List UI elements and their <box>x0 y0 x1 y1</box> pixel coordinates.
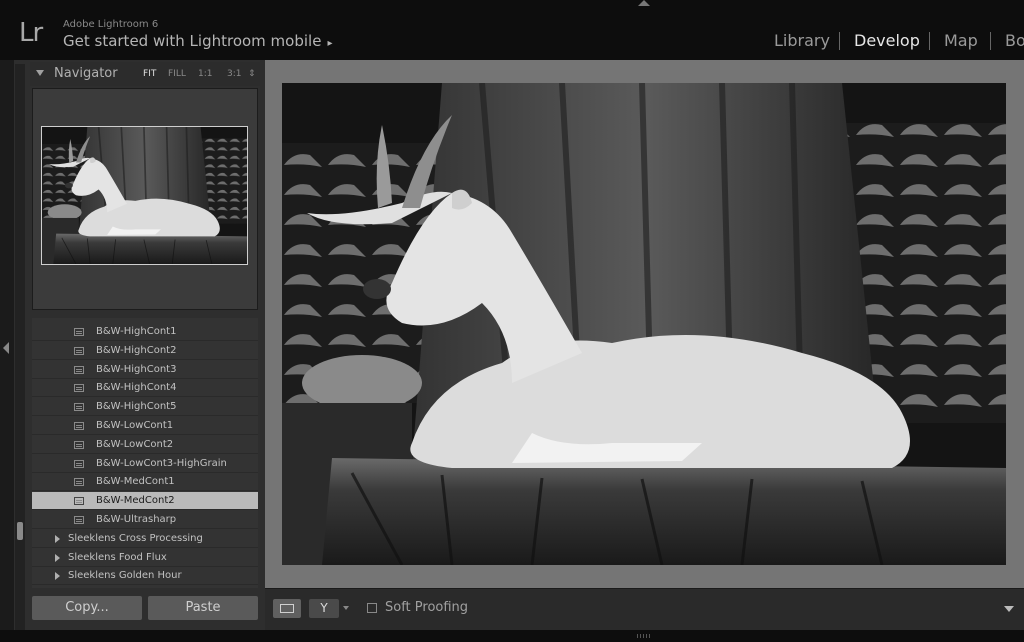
folder-disclosure-icon <box>55 553 60 562</box>
preset-icon <box>74 516 84 524</box>
zoom-1-1[interactable]: 1:1 <box>198 69 212 79</box>
left-panel-scrollbar[interactable] <box>15 64 25 630</box>
module-separator <box>990 32 991 50</box>
top-panel-toggle-icon[interactable] <box>638 0 650 6</box>
preset-label: B&W-MedCont1 <box>96 476 175 488</box>
preset-item[interactable]: B&W-HighCont1 <box>32 323 258 341</box>
zoom-3-1[interactable]: 3:1 <box>227 69 241 79</box>
goat-photo-image <box>282 83 1006 565</box>
bottom-toolbar: Y Soft Proofing <box>265 588 1024 631</box>
preset-item[interactable]: B&W-HighCont2 <box>32 342 258 360</box>
preset-icon <box>74 384 84 393</box>
scrollbar-thumb[interactable] <box>17 522 23 540</box>
preset-label: B&W-MedCont2 <box>96 495 175 507</box>
preset-folder-label: Sleeklens Cross Processing <box>68 532 203 544</box>
toolbar-menu-icon[interactable] <box>1004 606 1014 612</box>
module-separator <box>929 32 930 50</box>
preset-label: B&W-LowCont2 <box>96 438 174 450</box>
preset-icon <box>74 328 84 336</box>
preset-label: B&W-LowCont1 <box>96 420 174 431</box>
preset-label: B&W-LowCont3-HighGrain <box>96 457 227 469</box>
preset-icon <box>74 365 84 374</box>
soft-proofing-checkbox[interactable] <box>367 603 377 613</box>
play-arrow-icon: ▸ <box>327 38 333 49</box>
preset-folder[interactable]: Sleeklens Food Flux <box>32 549 258 567</box>
preset-item[interactable]: B&W-HighCont4 <box>32 379 258 398</box>
disclosure-triangle-icon <box>36 70 44 76</box>
preset-item[interactable]: B&W-HighCont5 <box>32 398 258 417</box>
preset-item[interactable]: B&W-MedCont2 <box>32 492 258 511</box>
top-bar <box>0 0 1024 60</box>
module-book[interactable]: Bo <box>1005 31 1024 50</box>
preset-folder-label: Sleeklens Golden Hour <box>68 570 182 582</box>
folder-disclosure-icon <box>55 572 60 581</box>
navigator-thumbnail[interactable] <box>41 126 248 265</box>
preset-label: B&W-HighCont2 <box>96 344 177 356</box>
preset-label: B&W-Ultrasharp <box>96 514 177 525</box>
preset-item[interactable]: B&W-LowCont1 <box>32 417 258 435</box>
zoom-fill[interactable]: FILL <box>168 69 186 79</box>
identity-plate-link[interactable]: Get started with Lightroom mobile ▸ <box>63 32 332 50</box>
preset-item[interactable]: B&W-LowCont2 <box>32 436 258 454</box>
preset-icon <box>74 478 84 487</box>
preset-label: B&W-HighCont3 <box>96 363 177 375</box>
module-separator <box>839 32 840 50</box>
zoom-fit[interactable]: FIT <box>143 69 156 79</box>
navigator-title: Navigator <box>54 66 118 81</box>
module-library[interactable]: Library <box>774 31 830 50</box>
paste-button[interactable]: Paste <box>148 596 258 620</box>
preset-icon <box>74 346 84 355</box>
soft-proofing-label[interactable]: Soft Proofing <box>385 600 468 615</box>
main-photo[interactable] <box>282 83 1006 565</box>
filmstrip-bar <box>0 630 1024 642</box>
preset-folder[interactable]: Sleeklens Golden Hour <box>32 567 258 586</box>
filmstrip-toggle-icon[interactable] <box>637 634 651 638</box>
preset-icon <box>74 440 84 449</box>
left-panel-toggle[interactable] <box>0 60 14 630</box>
app-brand: Adobe Lightroom 6 <box>63 19 159 30</box>
before-after-button[interactable]: Y <box>309 599 339 618</box>
preset-folder[interactable]: Sleeklens Cross Processing <box>32 530 258 548</box>
folder-disclosure-icon <box>55 534 60 543</box>
preset-label: B&W-HighCont1 <box>96 326 177 337</box>
preset-folder-label: Sleeklens Food Flux <box>68 551 167 563</box>
zoom-stepper-icon[interactable]: ⇕ <box>248 69 256 79</box>
preset-icon <box>74 403 84 412</box>
preset-icon <box>74 422 84 430</box>
preset-label: B&W-HighCont4 <box>96 382 177 394</box>
preset-item[interactable]: B&W-LowCont3-HighGrain <box>32 455 258 473</box>
module-map[interactable]: Map <box>944 31 978 50</box>
preset-label: B&W-HighCont5 <box>96 401 177 413</box>
chevron-down-icon[interactable] <box>343 606 349 610</box>
preset-item[interactable]: B&W-Ultrasharp <box>32 511 258 529</box>
copy-button[interactable]: Copy... <box>32 596 142 620</box>
preset-item[interactable]: B&W-HighCont3 <box>32 361 258 379</box>
lightroom-logo: Lr <box>19 18 43 48</box>
module-develop[interactable]: Develop <box>854 31 920 50</box>
preset-item[interactable]: B&W-MedCont1 <box>32 473 258 492</box>
navigator-header[interactable]: Navigator FIT FILL 1:1 3:1 ⇕ <box>30 62 260 86</box>
navigator-goat-image <box>42 127 247 264</box>
preset-icon <box>74 459 84 468</box>
collapse-left-icon <box>3 342 9 354</box>
identity-plate-text: Get started with Lightroom mobile <box>63 32 322 50</box>
preset-icon <box>74 497 84 506</box>
loupe-view-icon[interactable] <box>273 599 301 618</box>
